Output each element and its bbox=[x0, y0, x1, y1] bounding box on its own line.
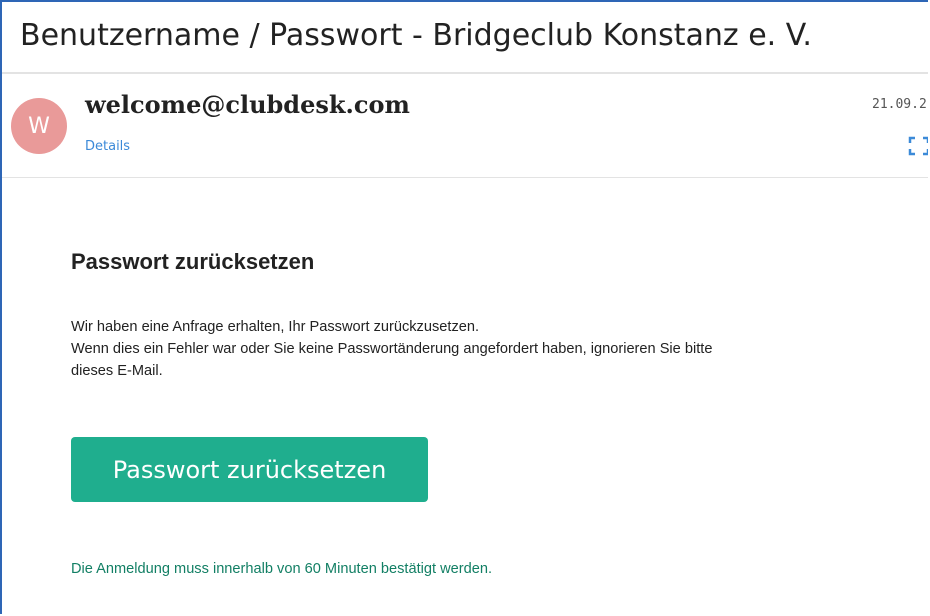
divider bbox=[2, 177, 928, 178]
reset-password-button[interactable]: Passwort zurücksetzen bbox=[71, 437, 428, 502]
email-date: 21.09.2 bbox=[872, 97, 927, 112]
sender-address: welcome@clubdesk.com bbox=[85, 90, 410, 119]
avatar: W bbox=[11, 98, 67, 154]
page-title: Passwort zurücksetzen bbox=[71, 249, 315, 274]
email-subject: Benutzername / Passwort - Bridgeclub Kon… bbox=[20, 18, 812, 53]
email-window: Benutzername / Passwort - Bridgeclub Kon… bbox=[0, 0, 928, 614]
confirmation-note: Die Anmeldung muss innerhalb von 60 Minu… bbox=[71, 561, 493, 577]
details-link[interactable]: Details bbox=[85, 139, 130, 154]
divider bbox=[2, 72, 928, 74]
message-line: Wir haben eine Anfrage erhalten, Ihr Pas… bbox=[71, 319, 480, 335]
message-line: Wenn dies ein Fehler war oder Sie keine … bbox=[71, 341, 713, 357]
message-line: dieses E-Mail. bbox=[71, 363, 163, 379]
message-paragraph: Wir haben eine Anfrage erhalten, Ihr Pas… bbox=[71, 316, 911, 382]
expand-icon[interactable] bbox=[908, 136, 928, 156]
